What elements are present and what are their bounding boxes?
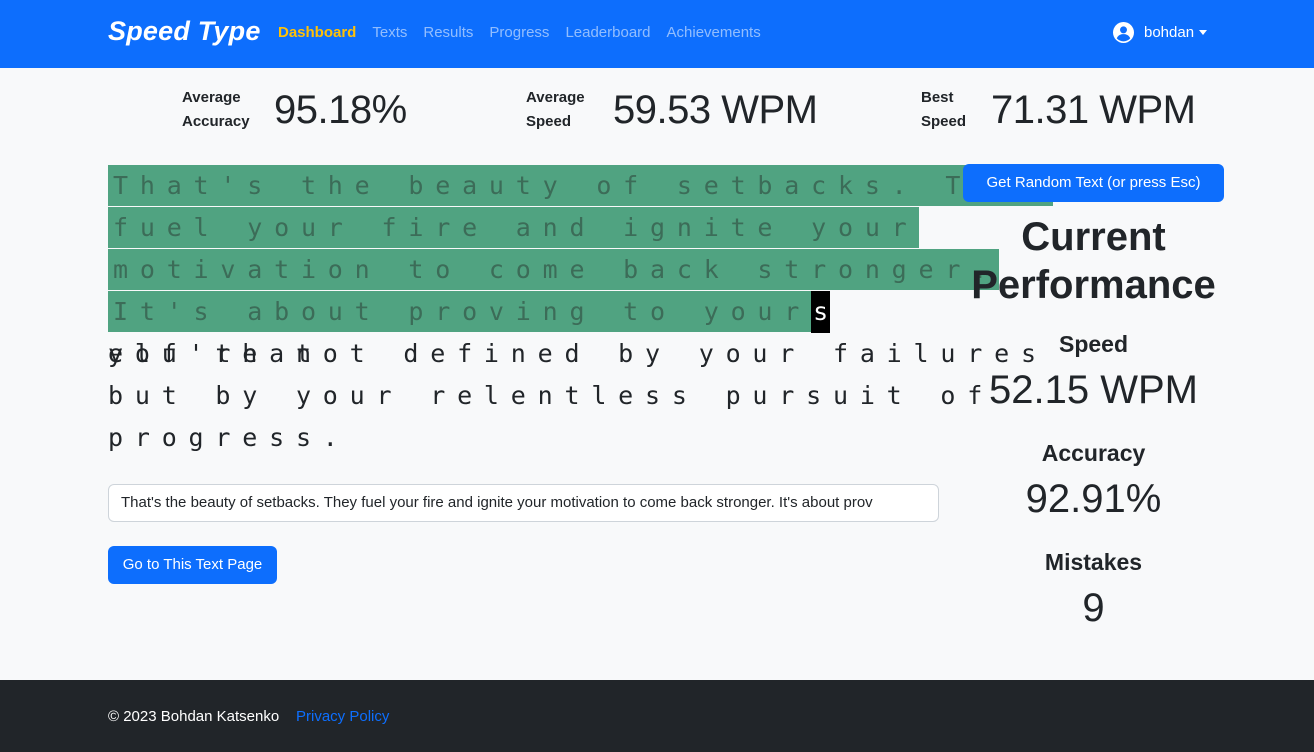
typing-line: fuel your fire and ignite your [108, 207, 938, 249]
typing-line: motivation to come back stronger. [108, 249, 1000, 291]
mistakes-label: Mistakes [1044, 549, 1143, 575]
mistakes-value: 9 [1082, 586, 1105, 630]
nav-link-leaderboard[interactable]: Leaderboard [565, 24, 650, 41]
current-performance-panel: Current Performance Speed 52.15 WPM Accu… [963, 213, 1224, 630]
nav-link-progress[interactable]: Progress [489, 24, 549, 41]
avg-speed-stat: Average Speed 59.53 WPM [526, 86, 818, 134]
typing-line: but by your relentless pursuit of [108, 375, 982, 417]
avg-speed-label: Average Speed [526, 89, 585, 130]
untyped-text: but by your relentless pursuit of [108, 381, 995, 410]
caret-down-icon [1199, 30, 1208, 35]
untyped-text: you're not defined by your failures [108, 339, 1048, 368]
typing-text-display: That's the beauty of setbacks. They fuel… [108, 165, 1053, 459]
footer: © 2023 Bohdan Katsenko Privacy Policy [0, 680, 1314, 752]
avg-speed-value: 59.53 WPM [613, 87, 818, 132]
typed-text: It's about proving to your [108, 291, 812, 332]
brand-logo[interactable]: Speed Type [108, 16, 261, 47]
go-to-text-page-button[interactable]: Go to This Text Page [108, 546, 277, 584]
best-speed-label: Best Speed [921, 89, 967, 130]
typing-line: you're not defined by your failures [108, 333, 1036, 375]
nav-link-dashboard[interactable]: Dashboard [278, 24, 356, 41]
performance-title: Current Performance [971, 215, 1216, 307]
nav-link-achievements[interactable]: Achievements [667, 24, 761, 41]
typed-text: motivation to come back stronger. [108, 249, 1000, 290]
user-circle-icon [1113, 22, 1134, 43]
typing-line: progress. [108, 417, 938, 459]
user-menu[interactable]: bohdan [1113, 22, 1208, 43]
copyright-text: © 2023 Bohdan Katsenko [108, 708, 280, 725]
privacy-policy-link[interactable]: Privacy Policy [296, 708, 389, 725]
navbar: Speed Type Dashboard Texts Results Progr… [0, 0, 1314, 68]
best-speed-stat: Best Speed 71.31 WPM [921, 86, 1196, 134]
username: bohdan [1144, 24, 1195, 41]
avg-accuracy-stat: Average Accuracy 95.18% [182, 86, 407, 134]
speed-label: Speed [1058, 331, 1129, 357]
typing-line: That's the beauty of setbacks. They [108, 165, 1053, 207]
typed-text: fuel your fire and ignite your [108, 207, 919, 248]
speed-value: 52.15 WPM [989, 368, 1198, 412]
typed-text: That's the beauty of setbacks. They [108, 165, 1053, 206]
nav-link-texts[interactable]: Texts [372, 24, 407, 41]
nav-links: Dashboard Texts Results Progress Leaderb… [278, 24, 761, 41]
untyped-text: progress. [108, 423, 350, 452]
accuracy-value: 92.91% [1025, 477, 1162, 521]
cursor-char: s [811, 291, 831, 333]
avg-accuracy-value: 95.18% [274, 87, 407, 132]
accuracy-label: Accuracy [1041, 440, 1146, 466]
typing-line: It's about proving to yourself that [108, 291, 938, 368]
typing-input[interactable]: That's the beauty of setbacks. They fuel… [108, 484, 939, 522]
random-text-button[interactable]: Get Random Text (or press Esc) [963, 164, 1224, 202]
avg-accuracy-label: Average Accuracy [182, 89, 250, 130]
nav-link-results[interactable]: Results [423, 24, 473, 41]
best-speed-value: 71.31 WPM [991, 87, 1196, 132]
